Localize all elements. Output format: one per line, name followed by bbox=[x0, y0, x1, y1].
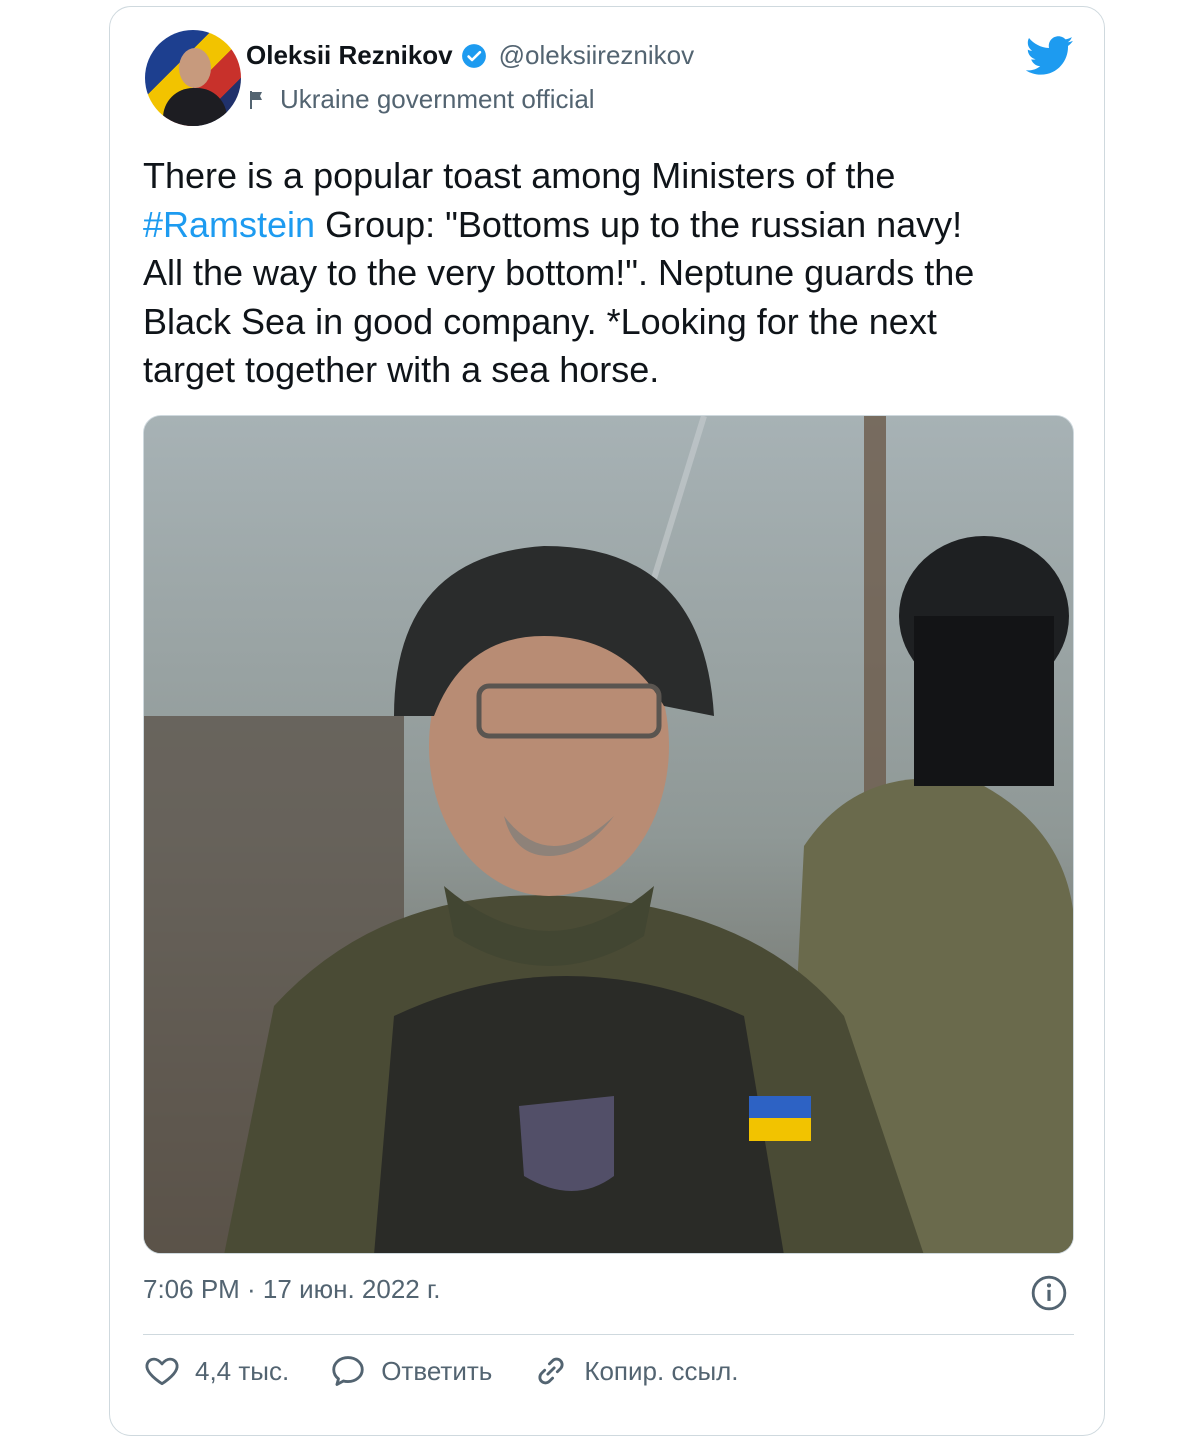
like-button[interactable]: 4,4 тыс. bbox=[143, 1352, 289, 1390]
author-name-row: Oleksii Reznikov @oleksiireznikov bbox=[246, 40, 694, 71]
hashtag-ramstein[interactable]: #Ramstein bbox=[143, 204, 315, 245]
tweet-text-line-2: Group: "Bottoms up to the russian navy! bbox=[315, 203, 963, 245]
tweet-photo[interactable] bbox=[143, 415, 1074, 1254]
account-label-row: Ukraine government official bbox=[246, 84, 595, 115]
flag-icon bbox=[250, 90, 262, 109]
photo-soldier-illustration bbox=[144, 416, 1073, 1253]
author-handle[interactable]: @oleksiireznikov bbox=[499, 40, 694, 71]
twitter-bird-icon[interactable] bbox=[1026, 36, 1074, 76]
divider bbox=[143, 1334, 1074, 1335]
reply-button[interactable]: Ответить bbox=[329, 1352, 492, 1390]
tweet-text-line-3: All the way to the very bottom!". Neptun… bbox=[143, 252, 975, 293]
tweet-text: There is a popular toast among Ministers… bbox=[143, 152, 1063, 395]
tweet-text-line-4: Black Sea in good company. *Looking for … bbox=[143, 300, 937, 342]
heart-icon bbox=[145, 1357, 179, 1386]
copy-link-label: Копир. ссыл. bbox=[584, 1355, 739, 1386]
tweet-text-line-1: There is a popular toast among Ministers… bbox=[143, 155, 896, 196]
verified-badge-icon bbox=[461, 43, 486, 68]
avatar-suit bbox=[163, 88, 227, 126]
author-name[interactable]: Oleksii Reznikov bbox=[246, 40, 453, 71]
tweet-actions: 4,4 тыс. Ответить Копир. ссыл. bbox=[143, 1352, 779, 1390]
speech-bubble-icon bbox=[332, 1356, 364, 1386]
government-label: Ukraine government official bbox=[280, 84, 595, 114]
info-icon[interactable] bbox=[1030, 1274, 1068, 1312]
author-avatar[interactable] bbox=[145, 30, 241, 126]
like-count: 4,4 тыс. bbox=[195, 1355, 290, 1386]
link-icon bbox=[538, 1357, 564, 1385]
reply-label: Ответить bbox=[381, 1355, 493, 1386]
copy-link-button[interactable]: Копир. ссыл. bbox=[532, 1352, 739, 1390]
avatar-head bbox=[179, 48, 211, 88]
tweet-timestamp[interactable]: 7:06 PM · 17 июн. 2022 г. bbox=[143, 1274, 441, 1305]
tweet-text-line-5: target together with a sea horse. bbox=[143, 349, 660, 390]
